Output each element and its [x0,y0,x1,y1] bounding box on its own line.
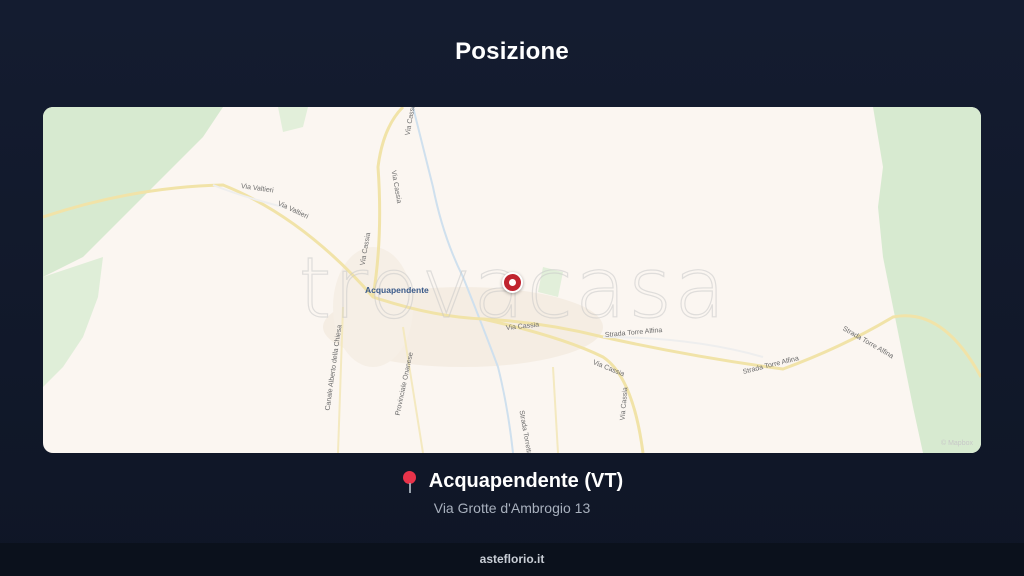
map-marker-icon[interactable] [502,272,523,293]
footer-site[interactable]: asteflorio.it [0,543,1024,576]
map-attribution[interactable]: © Mapbox [941,440,973,447]
location-heading: Acquapendente (VT) [0,470,1024,498]
pushpin-icon [401,470,419,493]
town-label: Acquapendente [365,285,429,295]
location-address: Via Grotte d'Ambrogio 13 [433,500,591,516]
location-name: Acquapendente (VT) [428,470,624,492]
page-title: Posizione [455,38,569,65]
map-view[interactable]: trovacasa Acquapendente Via Cassia Via C… [43,107,981,453]
